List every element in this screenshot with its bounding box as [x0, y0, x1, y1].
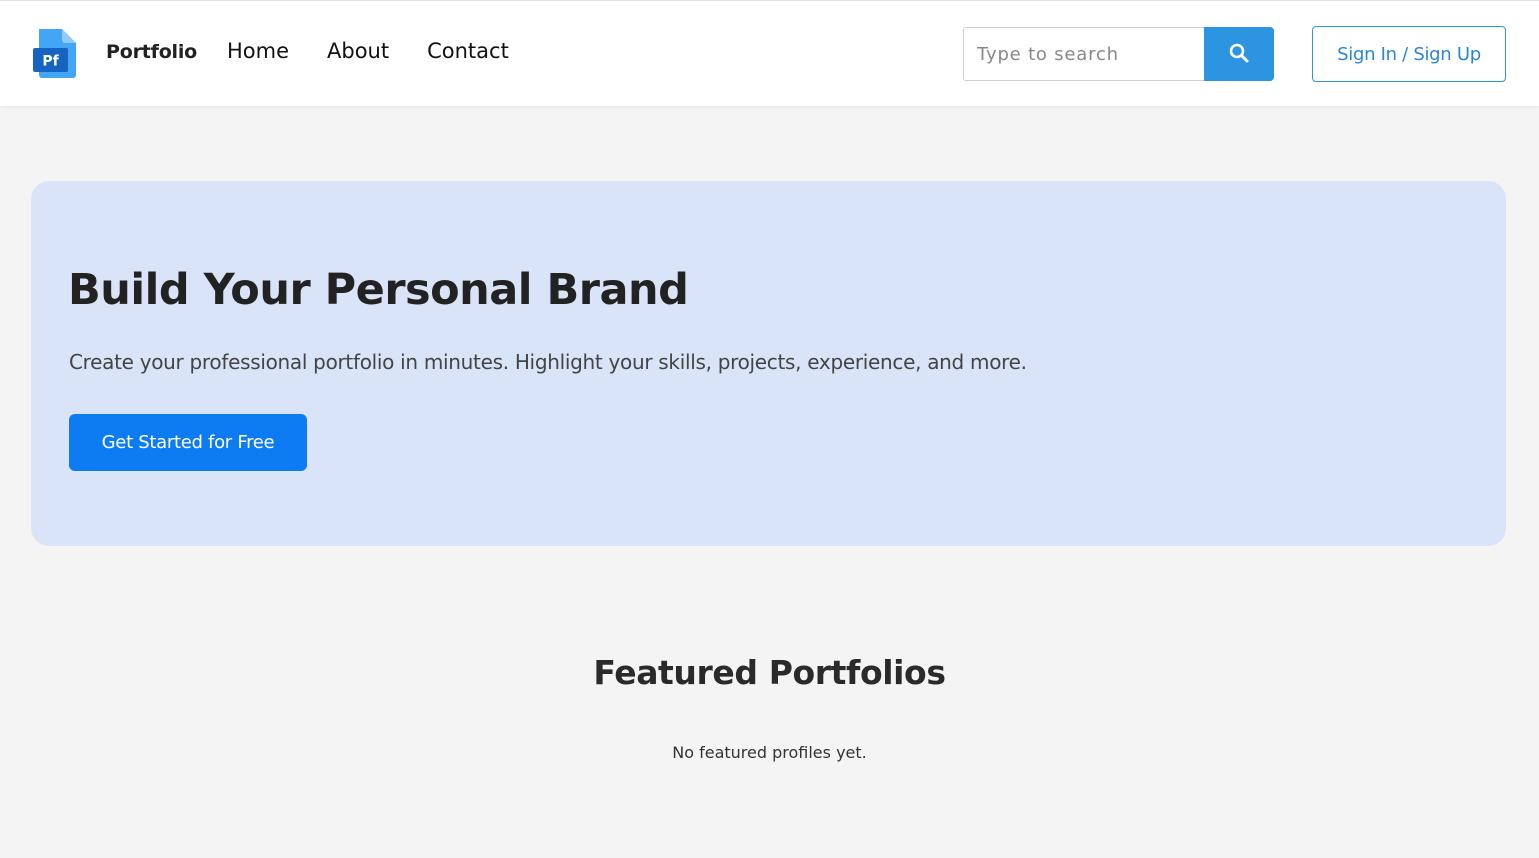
brand-name: Portfolio [106, 41, 198, 63]
hero-subtitle: Create your professional portfolio in mi… [69, 350, 1027, 374]
main-nav: Home About Contact [227, 39, 547, 63]
sign-in-sign-up-button[interactable]: Sign In / Sign Up [1312, 26, 1506, 82]
top-navbar: Pf Portfolio Home About Contact Sign In … [0, 0, 1539, 106]
nav-link-about[interactable]: About [327, 39, 389, 63]
logo-icon: Pf [32, 27, 78, 79]
hero-banner: Build Your Personal Brand Create your pr… [31, 181, 1506, 546]
brand-home-link[interactable]: Pf Portfolio [32, 27, 197, 79]
featured-empty-message: No featured profiles yet. [672, 743, 867, 762]
nav-link-contact[interactable]: Contact [427, 39, 509, 63]
search-button[interactable] [1204, 27, 1274, 81]
featured-portfolios-heading: Featured Portfolios [593, 653, 946, 692]
nav-link-home[interactable]: Home [227, 39, 289, 63]
search-icon [1229, 43, 1249, 66]
get-started-button[interactable]: Get Started for Free [69, 414, 307, 471]
search-input[interactable] [963, 27, 1204, 81]
search-bar [963, 27, 1274, 81]
hero-title: Build Your Personal Brand [68, 265, 689, 315]
logo-text: Pf [42, 54, 59, 70]
